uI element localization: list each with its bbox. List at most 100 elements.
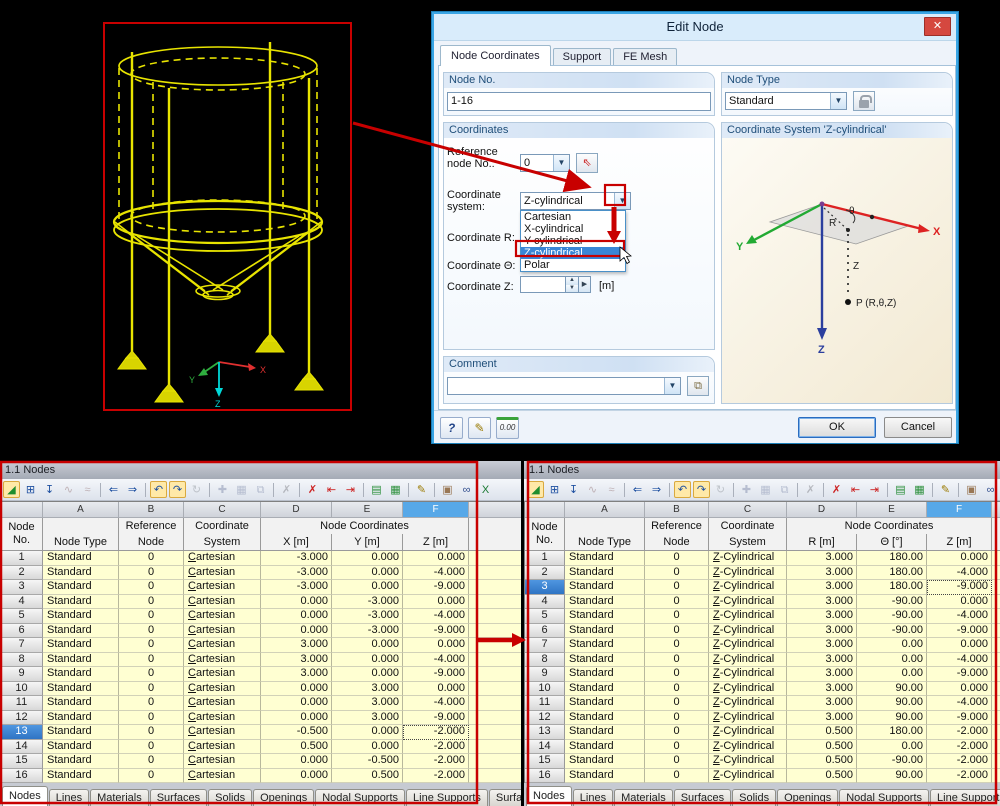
table-tab-lines[interactable]: Lines <box>49 789 89 806</box>
delete-right-icon[interactable]: ⇥ <box>342 481 359 498</box>
delete-left-icon[interactable]: ⇤ <box>847 481 864 498</box>
table-view-icon[interactable]: ▤ <box>892 481 909 498</box>
spinner-buttons[interactable]: ▲ ▼ <box>566 276 579 293</box>
cell-reference-node[interactable]: 0 <box>645 711 709 726</box>
cell-coord-1[interactable]: -3.000 <box>261 566 332 581</box>
cell-coord-2[interactable]: 0.000 <box>332 580 403 595</box>
import-table-icon[interactable]: ⇐ <box>629 481 646 498</box>
table-tab-solids[interactable]: Solids <box>732 789 776 806</box>
cell-coord-3[interactable]: -9.000 <box>403 580 469 595</box>
header-coordinate[interactable]: Coordinate <box>709 518 787 534</box>
cell-coord-2[interactable]: 0.500 <box>332 769 403 784</box>
cell-coord-1[interactable]: 0.500 <box>787 769 857 784</box>
header-reference[interactable]: Reference <box>119 518 184 534</box>
cell-coordinate-system[interactable]: Cartesian <box>184 711 261 726</box>
tab-node-coordinates[interactable]: Node Coordinates <box>440 45 551 66</box>
column-letter-F[interactable]: F <box>403 502 469 518</box>
chevron-down-icon[interactable]: ▼ <box>830 93 846 109</box>
view-mode-icon[interactable]: ◢ <box>527 481 544 498</box>
cell-coord-3[interactable]: -4.000 <box>403 566 469 581</box>
coordinate-z-spinner[interactable]: ▲ ▼ ▶ <box>520 276 591 293</box>
cell-coord-3[interactable]: -2.000 <box>403 769 469 784</box>
cell-reference-node[interactable]: 0 <box>119 595 184 610</box>
cell-reference-node[interactable]: 0 <box>119 696 184 711</box>
node-no-input[interactable]: 1-16 <box>447 92 711 111</box>
refresh-icon[interactable]: ↻ <box>712 481 729 498</box>
cell-coord-1[interactable]: 3.000 <box>261 638 332 653</box>
copy-icon[interactable]: ▦ <box>233 481 250 498</box>
cell-coordinate-system[interactable]: Z-Cylindrical <box>709 754 787 769</box>
jump-to-row-icon[interactable]: ↧ <box>565 481 582 498</box>
dropdown-option-cartesian[interactable]: Cartesian <box>521 211 625 223</box>
cell-coordinate-system[interactable]: Cartesian <box>184 740 261 755</box>
cell-coord-1[interactable]: 0.000 <box>261 609 332 624</box>
cell-coord-2[interactable]: 0.000 <box>332 566 403 581</box>
cell-coordinate-system[interactable]: Cartesian <box>184 682 261 697</box>
cell-coord-1[interactable]: 3.000 <box>787 682 857 697</box>
insert-row-icon[interactable]: ⊞ <box>546 481 563 498</box>
cell-coord-3[interactable]: -2.000 <box>927 740 992 755</box>
cell-coord-1[interactable]: 0.000 <box>261 754 332 769</box>
cell-coord-2[interactable]: 0.000 <box>332 667 403 682</box>
cell-coord-1[interactable]: 0.500 <box>261 740 332 755</box>
cell-coord-1[interactable]: 3.000 <box>787 667 857 682</box>
row-number[interactable]: 11 <box>525 696 565 711</box>
cell-coord-1[interactable]: 3.000 <box>787 566 857 581</box>
cell-coord-2[interactable]: 180.00 <box>857 566 927 581</box>
lock-button[interactable] <box>853 91 875 111</box>
redo-icon[interactable]: ↷ <box>169 481 186 498</box>
cell-reference-node[interactable]: 0 <box>645 682 709 697</box>
cell-reference-node[interactable]: 0 <box>645 595 709 610</box>
chevron-down-icon[interactable]: ▼ <box>664 378 680 394</box>
cell-coord-3[interactable]: 0.000 <box>403 638 469 653</box>
cell-coordinate-system[interactable]: Z-Cylindrical <box>709 566 787 581</box>
cell-node-type[interactable]: Standard <box>565 725 645 740</box>
cell-coordinate-system[interactable]: Cartesian <box>184 667 261 682</box>
print-preview-icon[interactable]: ▣ <box>963 481 980 498</box>
model-3d-viewport[interactable]: X Y Z <box>103 22 352 411</box>
cell-coord-3[interactable]: -4.000 <box>403 653 469 668</box>
cell-coord-2[interactable]: 180.00 <box>857 580 927 595</box>
chart-icon[interactable]: ∿ <box>584 481 601 498</box>
row-number[interactable]: 6 <box>1 624 43 639</box>
cell-coord-2[interactable]: -90.00 <box>857 754 927 769</box>
paste-icon[interactable]: ⧉ <box>776 481 793 498</box>
column-letter-A[interactable]: A <box>565 502 645 518</box>
header-z[interactable]: Z [m] <box>403 534 469 551</box>
cell-coord-3[interactable]: -2.000 <box>927 754 992 769</box>
dropdown-option-x-cylindrical[interactable]: X-cylindrical <box>521 223 625 235</box>
table-tab-nodes[interactable]: Nodes <box>2 786 48 806</box>
cell-coord-2[interactable]: 180.00 <box>857 725 927 740</box>
header-node-no[interactable]: NodeNo. <box>1 518 43 551</box>
delete-row-icon[interactable]: ✗ <box>304 481 321 498</box>
cell-node-type[interactable]: Standard <box>565 566 645 581</box>
cell-coordinate-system[interactable]: Cartesian <box>184 609 261 624</box>
table-split-icon[interactable]: ▦ <box>387 481 404 498</box>
add-icon[interactable]: ✚ <box>738 481 755 498</box>
cell-coord-2[interactable]: -3.000 <box>332 609 403 624</box>
table-tab-openings[interactable]: Openings <box>253 789 314 806</box>
cell-coord-3[interactable]: -4.000 <box>927 696 992 711</box>
header-node[interactable]: Node <box>119 534 184 551</box>
cell-coord-1[interactable]: 3.000 <box>787 624 857 639</box>
column-letter-E[interactable]: E <box>332 502 403 518</box>
table-tab-surfaces[interactable]: Surfaces <box>150 789 207 806</box>
row-number[interactable]: 9 <box>1 667 43 682</box>
header-x[interactable]: X [m] <box>261 534 332 551</box>
cell-coord-3[interactable]: -9.000 <box>927 624 992 639</box>
cell-coord-3[interactable]: -2.000 <box>927 725 992 740</box>
header-system[interactable]: System <box>184 534 261 551</box>
cell-node-type[interactable]: Standard <box>43 653 119 668</box>
cell-coord-1[interactable]: 3.000 <box>787 595 857 610</box>
cell-coordinate-system[interactable]: Cartesian <box>184 595 261 610</box>
cell-reference-node[interactable]: 0 <box>119 754 184 769</box>
header-node-type[interactable]: Node Type <box>565 534 645 551</box>
row-number[interactable]: 13 <box>1 725 43 740</box>
column-letter-B[interactable]: B <box>119 502 184 518</box>
cell-reference-node[interactable]: 0 <box>645 609 709 624</box>
tab-fe-mesh[interactable]: FE Mesh <box>613 48 677 66</box>
header-node-coordinates[interactable]: Node Coordinates <box>261 518 469 534</box>
cell-reference-node[interactable]: 0 <box>645 624 709 639</box>
cell-reference-node[interactable]: 0 <box>645 725 709 740</box>
copy-icon[interactable]: ▦ <box>757 481 774 498</box>
